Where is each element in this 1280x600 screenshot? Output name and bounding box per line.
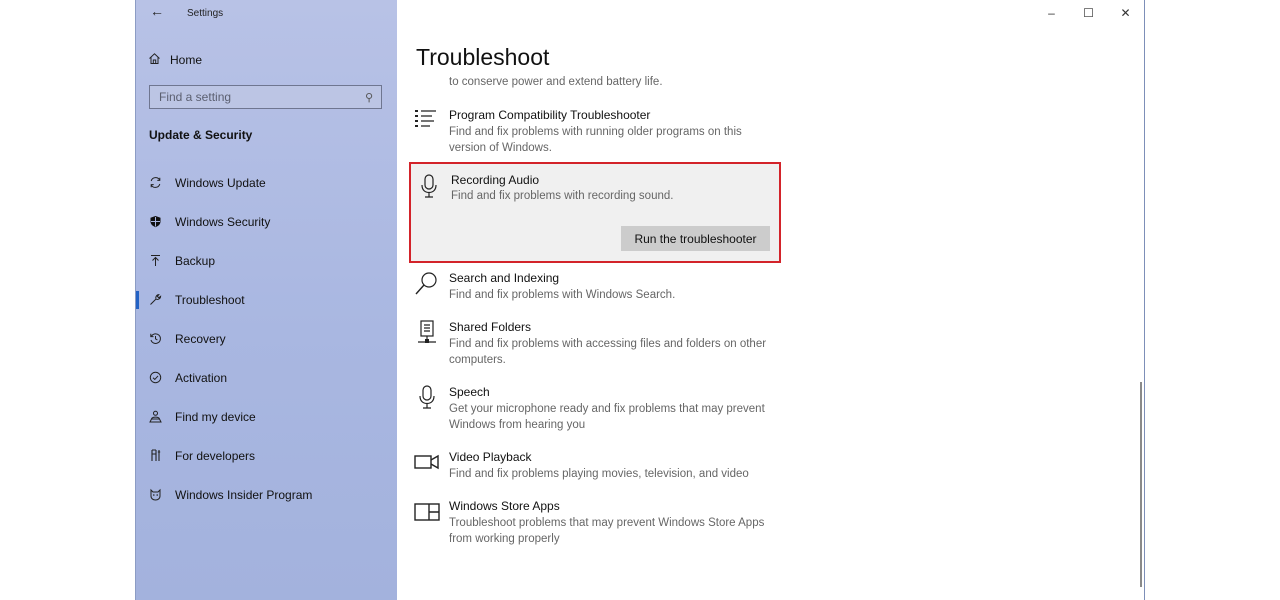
check-circle-icon: [149, 371, 175, 384]
sidebar-item-label: Windows Security: [175, 214, 271, 229]
troubleshooter-name: Video Playback: [449, 450, 532, 464]
troubleshooter-description: Find and fix problems with Windows Searc…: [449, 289, 676, 301]
microphone-icon: [416, 173, 442, 199]
troubleshooter-program-compatibility[interactable]: Program Compatibility Troubleshooter Fin…: [414, 108, 782, 158]
partial-description: to conserve power and extend battery lif…: [449, 76, 663, 88]
sidebar-home-label: Home: [170, 53, 203, 67]
sidebar-item-troubleshoot[interactable]: Troubleshoot: [136, 280, 397, 319]
troubleshooter-search-and-indexing[interactable]: Search and Indexing Find and fix problem…: [414, 271, 782, 307]
troubleshooter-description: Troubleshoot problems that may prevent W…: [449, 517, 765, 545]
search-input[interactable]: [159, 90, 349, 104]
sidebar-item-label: Recovery: [175, 331, 226, 346]
troubleshooter-description: Get your microphone ready and fix proble…: [449, 403, 765, 431]
search-box[interactable]: ⚲: [149, 85, 382, 109]
close-button[interactable]: ✕: [1107, 0, 1144, 26]
network-drive-icon: [414, 320, 440, 346]
troubleshooter-windows-store-apps[interactable]: Windows Store Apps Troubleshoot problems…: [414, 499, 782, 549]
window-title: Settings: [187, 8, 224, 19]
insider-cat-icon: [149, 488, 175, 501]
history-icon: [149, 332, 175, 345]
search-icon: [414, 271, 440, 297]
upload-arrow-icon: [149, 254, 175, 267]
home-icon: [148, 52, 170, 68]
sidebar-item-recovery[interactable]: Recovery: [136, 319, 397, 358]
main-content: – ☐ ✕ Troubleshoot to conserve power and…: [397, 0, 1144, 600]
troubleshooter-description: Find and fix problems with recording sou…: [451, 190, 674, 202]
sidebar: ← Settings Home ⚲ Update & Security Wind…: [136, 0, 397, 600]
maximize-button[interactable]: ☐: [1070, 0, 1107, 26]
sidebar-item-label: Troubleshoot: [175, 292, 245, 307]
minimize-button[interactable]: –: [1033, 0, 1070, 26]
list-icon: [414, 108, 440, 134]
troubleshooter-speech[interactable]: Speech Get your microphone ready and fix…: [414, 385, 782, 435]
refresh-icon: [149, 176, 175, 189]
settings-window: ← Settings Home ⚲ Update & Security Wind…: [135, 0, 1145, 600]
scrollbar[interactable]: [1140, 382, 1142, 587]
wrench-icon: [149, 293, 175, 306]
troubleshooter-description: Find and fix problems with accessing fil…: [449, 338, 767, 366]
sidebar-item-for-developers[interactable]: For developers: [136, 436, 397, 475]
store-app-icon: [414, 499, 440, 525]
troubleshooter-name: Recording Audio: [451, 173, 540, 187]
sidebar-nav: Windows Update Windows Security Backup T…: [136, 163, 397, 514]
sidebar-item-label: Windows Update: [175, 175, 266, 190]
sidebar-item-label: For developers: [175, 448, 256, 463]
sidebar-item-label: Windows Insider Program: [175, 487, 313, 502]
troubleshooter-video-playback[interactable]: Video Playback Find and fix problems pla…: [414, 450, 782, 486]
troubleshooter-shared-folders[interactable]: Shared Folders Find and fix problems wit…: [414, 320, 782, 370]
section-title: Update & Security: [149, 128, 253, 142]
troubleshooter-name: Search and Indexing: [449, 271, 560, 285]
shield-icon: [149, 215, 175, 228]
sidebar-item-label: Find my device: [175, 409, 256, 424]
sidebar-item-label: Activation: [175, 370, 228, 385]
selected-troubleshooter-panel[interactable]: Recording Audio Find and fix problems wi…: [409, 162, 781, 263]
back-arrow-icon[interactable]: ←: [150, 3, 164, 19]
search-icon: ⚲: [364, 91, 373, 104]
page-title: Troubleshoot: [416, 44, 550, 70]
sidebar-item-activation[interactable]: Activation: [136, 358, 397, 397]
sidebar-item-windows-security[interactable]: Windows Security: [136, 202, 397, 241]
sidebar-item-label: Backup: [175, 253, 216, 268]
sidebar-item-windows-update[interactable]: Windows Update: [136, 163, 397, 202]
window-controls: – ☐ ✕: [1033, 0, 1144, 26]
microphone-icon: [414, 385, 440, 411]
developer-tools-icon: [149, 449, 175, 462]
sidebar-item-home[interactable]: Home: [148, 50, 202, 70]
troubleshooter-description: Find and fix problems playing movies, te…: [449, 468, 749, 480]
sidebar-item-find-my-device[interactable]: Find my device: [136, 397, 397, 436]
video-camera-icon: [414, 450, 440, 476]
troubleshooter-description: Find and fix problems with running older…: [449, 126, 742, 154]
sidebar-item-backup[interactable]: Backup: [136, 241, 397, 280]
troubleshooter-name: Windows Store Apps: [449, 499, 560, 513]
troubleshooter-name: Shared Folders: [449, 320, 532, 334]
troubleshooter-name: Speech: [449, 385, 490, 399]
troubleshooter-name: Program Compatibility Troubleshooter: [449, 108, 651, 122]
run-troubleshooter-button[interactable]: Run the troubleshooter: [621, 226, 770, 251]
sidebar-item-windows-insider-program[interactable]: Windows Insider Program: [136, 475, 397, 514]
person-location-icon: [149, 410, 175, 423]
